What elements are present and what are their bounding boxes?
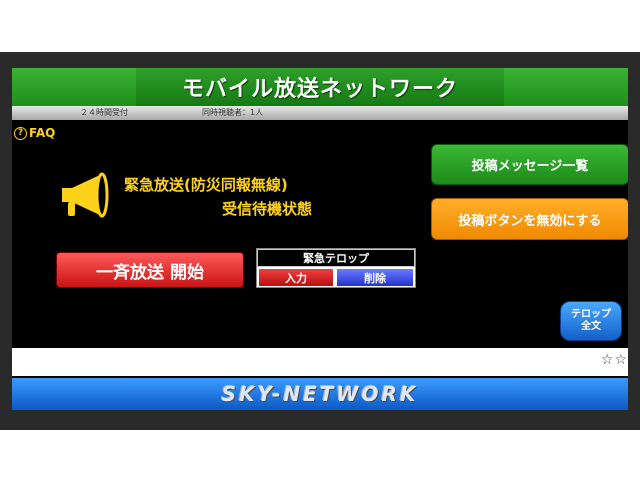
- telop-full-line1: テロップ: [571, 309, 611, 320]
- status-line2: 受信待機状態: [222, 200, 313, 218]
- faq-label: FAQ: [29, 126, 56, 140]
- megaphone-icon: [62, 172, 109, 218]
- device-frame: モバイル放送ネットワーク ２４時間受付 同時視聴者：1人 ? FAQ 緊急放送(…: [0, 52, 640, 430]
- title-bar: モバイル放送ネットワーク: [12, 68, 628, 106]
- message-list-button[interactable]: 投稿メッセージ一覧: [431, 144, 628, 185]
- telop-ticker: ☆☆: [12, 348, 628, 376]
- disable-post-button[interactable]: 投稿ボタンを無効にする: [431, 198, 628, 240]
- app-title: モバイル放送ネットワーク: [136, 68, 504, 106]
- question-circle-icon: ?: [14, 126, 27, 140]
- info-bar: ２４時間受付 同時視聴者：1人: [12, 106, 628, 120]
- status-line1: 緊急放送(防災同報無線): [124, 176, 288, 194]
- footer-banner: SKY-NETWORK: [12, 378, 628, 410]
- hours-text: ２４時間受付: [80, 108, 128, 117]
- faq-link[interactable]: ? FAQ: [14, 126, 55, 140]
- telop-full-line2: 全文: [581, 321, 601, 332]
- telop-panel: 緊急テロップ 入力 削除: [256, 248, 416, 288]
- listeners-text: 同時視聴者：1人: [202, 108, 264, 117]
- star-icon: ☆☆: [600, 352, 628, 368]
- telop-full-button[interactable]: テロップ 全文: [560, 301, 622, 341]
- brand-logo: SKY-NETWORK: [221, 382, 419, 406]
- telop-delete-button[interactable]: 削除: [337, 269, 413, 286]
- telop-input-button[interactable]: 入力: [259, 269, 333, 286]
- telop-label: 緊急テロップ: [257, 249, 415, 267]
- app-screen: モバイル放送ネットワーク ２４時間受付 同時視聴者：1人 ? FAQ 緊急放送(…: [12, 68, 628, 410]
- broadcast-start-button[interactable]: 一斉放送 開始: [56, 252, 244, 288]
